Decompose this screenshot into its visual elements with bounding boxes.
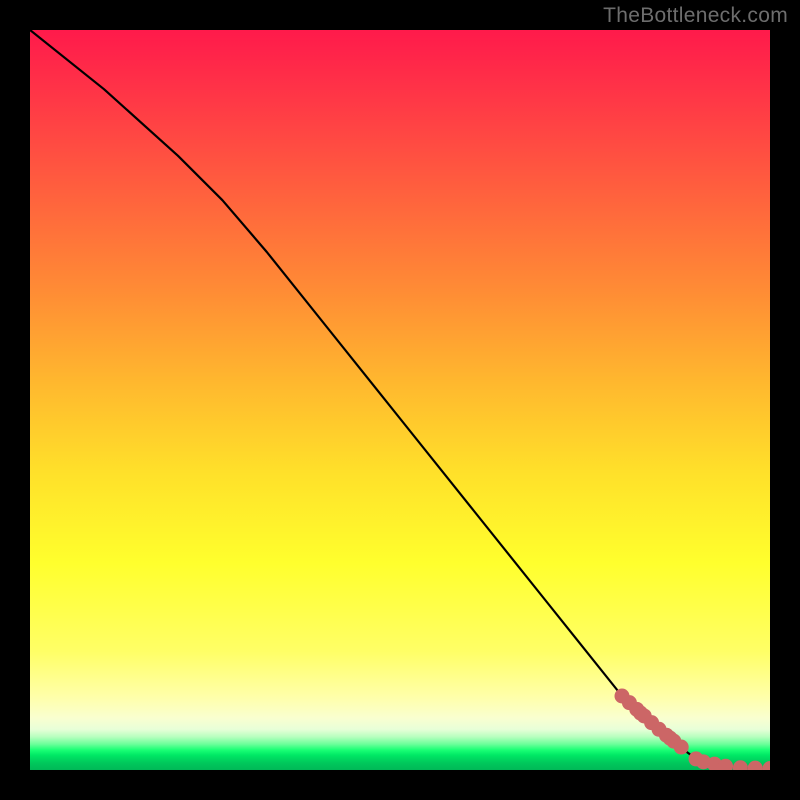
chart-svg bbox=[30, 30, 770, 770]
watermark-text: TheBottleneck.com bbox=[603, 4, 788, 28]
plot-area bbox=[30, 30, 770, 770]
marker-point bbox=[674, 740, 689, 755]
marker-point bbox=[733, 760, 748, 770]
marker-point bbox=[763, 761, 771, 770]
curve-line bbox=[30, 30, 770, 769]
chart-frame: TheBottleneck.com bbox=[0, 0, 800, 800]
marker-group bbox=[615, 689, 771, 771]
marker-point bbox=[748, 761, 763, 770]
